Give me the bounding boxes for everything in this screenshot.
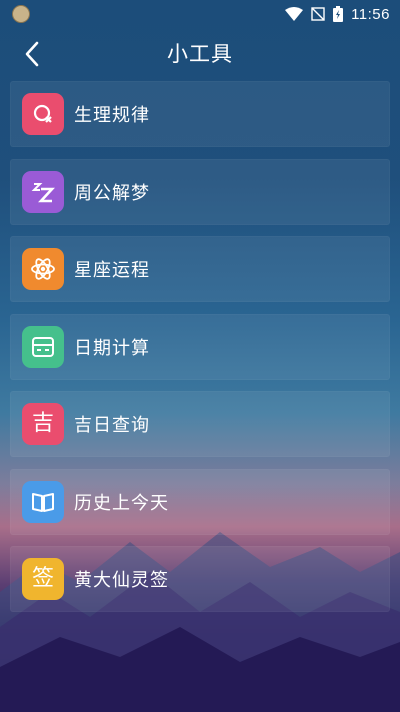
tool-label: 生理规律: [74, 105, 150, 126]
ji-character-icon: 吉: [22, 403, 64, 445]
calculator-icon: [22, 325, 64, 368]
cycle-icon: [22, 93, 64, 135]
tool-label: 周公解梦: [74, 182, 150, 204]
app-notification-icon: [12, 5, 30, 23]
top-bar: 小工具: [0, 28, 400, 78]
tool-item-date-calculator[interactable]: 日期计算: [10, 313, 390, 380]
tool-list: 生理规律 周公解梦 星座运程 日期计算 吉 吉日查询 历史上今天 签 黄大仙灵签: [10, 81, 390, 624]
status-time: 11:56: [351, 5, 390, 23]
tool-item-period-cycle[interactable]: 生理规律: [10, 81, 390, 147]
tool-item-dream-interpretation[interactable]: 周公解梦: [10, 158, 390, 225]
tool-item-today-in-history[interactable]: 历史上今天: [10, 468, 390, 535]
tool-label: 吉日查询: [74, 415, 150, 436]
qian-character-icon: 签: [22, 558, 64, 600]
page-title: 小工具: [167, 42, 233, 66]
tool-label: 黄大仙灵签: [74, 570, 169, 591]
tool-item-fortune-stick[interactable]: 签 黄大仙灵签: [10, 546, 390, 612]
sleep-zz-icon: [22, 170, 64, 213]
battery-charging-icon: [333, 6, 344, 22]
tool-item-lucky-day[interactable]: 吉 吉日查询: [10, 391, 390, 457]
tool-item-horoscope[interactable]: 星座运程: [10, 236, 390, 302]
book-icon: [22, 480, 64, 523]
wifi-icon: [285, 7, 304, 21]
tool-label: 星座运程: [74, 260, 150, 281]
tool-label: 日期计算: [74, 337, 150, 359]
tool-label: 历史上今天: [74, 492, 169, 514]
status-bar: 11:56: [0, 0, 400, 28]
no-signal-icon: [311, 7, 325, 21]
atom-icon: [22, 248, 64, 290]
